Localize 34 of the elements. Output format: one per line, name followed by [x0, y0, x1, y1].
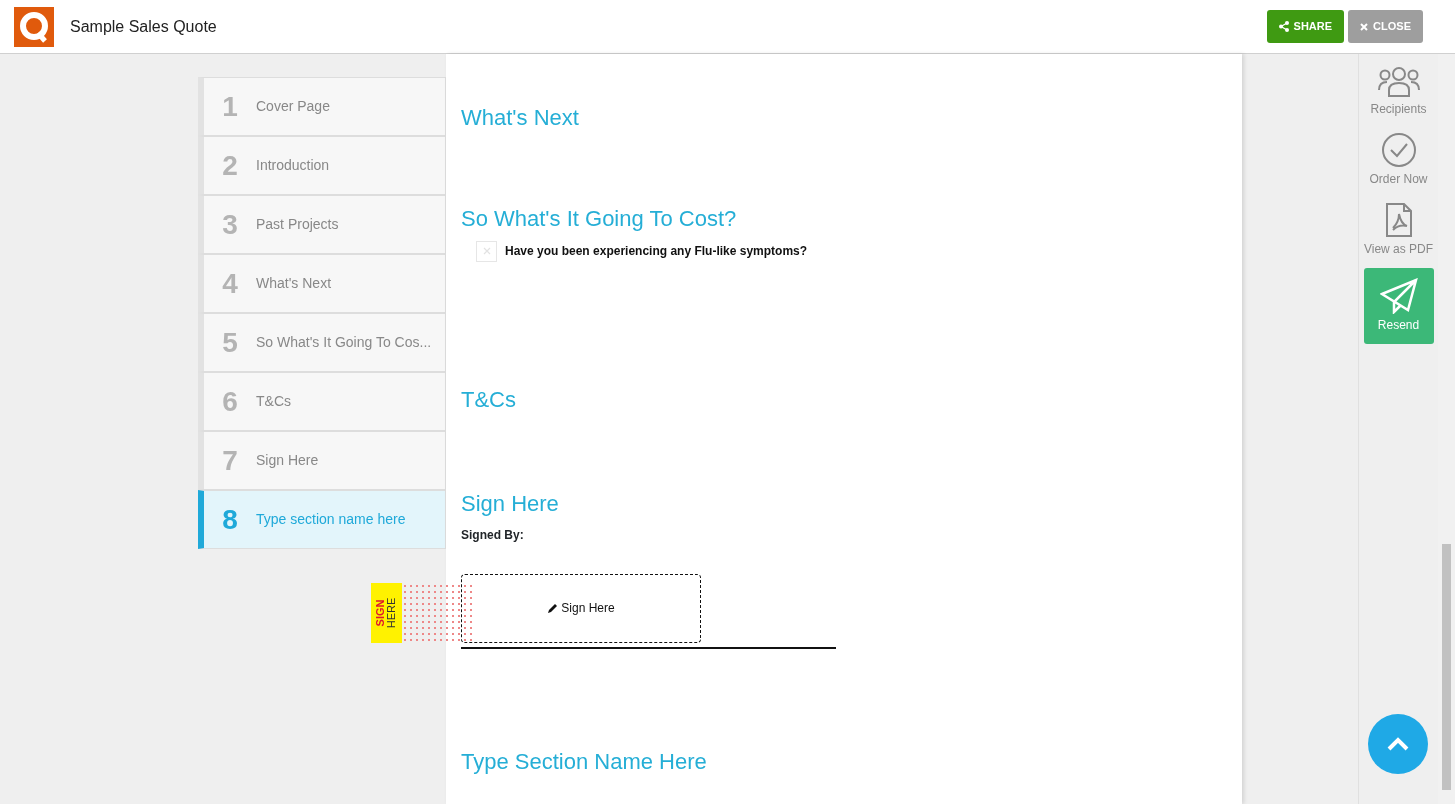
chevron-up-icon [1386, 736, 1410, 752]
logo-icon [14, 6, 54, 47]
section-heading: Type Section Name Here [461, 748, 708, 775]
resend-button[interactable]: Resend [1363, 268, 1434, 344]
paper-plane-icon [1379, 278, 1418, 314]
people-icon [1376, 66, 1421, 98]
document-title: Sample Sales Quote [70, 16, 217, 37]
recipients-button[interactable]: Recipients [1363, 62, 1434, 122]
section-nav-item[interactable]: 5 So What's It Going To Cos... [198, 313, 446, 372]
section-nav-item[interactable]: 3 Past Projects [198, 195, 446, 254]
section-nav-item[interactable]: 1 Cover Page [198, 77, 446, 136]
share-button[interactable]: SHARE [1266, 10, 1345, 43]
close-icon [1360, 22, 1369, 31]
section-nav-item[interactable]: 7 Sign Here [198, 431, 446, 490]
section-nav-item[interactable]: 4 What's Next [198, 254, 446, 313]
check-circle-icon [1380, 132, 1417, 168]
checkbox[interactable] [476, 240, 497, 262]
pdf-button[interactable]: View as PDF [1363, 198, 1434, 262]
section-nav-item[interactable]: 6 T&Cs [198, 372, 446, 431]
signed-by-label: Signed By: [461, 526, 525, 544]
section-nav-item[interactable]: 2 Introduction [198, 136, 446, 195]
pdf-file-icon [1384, 202, 1413, 238]
cross-icon [482, 247, 491, 256]
pencil-icon [547, 602, 559, 614]
sign-here-button[interactable]: Sign Here [461, 573, 701, 643]
question-text: Have you been experiencing any Flu-like symptoms? [505, 243, 808, 261]
order-button[interactable]: Order Now [1363, 128, 1434, 192]
section-heading: T&Cs [461, 386, 517, 414]
close-button[interactable]: CLOSE [1348, 10, 1423, 43]
share-icon [1278, 21, 1289, 32]
section-heading: Sign Here [461, 491, 560, 518]
section-nav-item[interactable]: 8 Type section name here [198, 490, 446, 549]
section-heading: What's Next [461, 105, 580, 132]
section-heading: So What's It Going To Cost? [461, 206, 738, 233]
